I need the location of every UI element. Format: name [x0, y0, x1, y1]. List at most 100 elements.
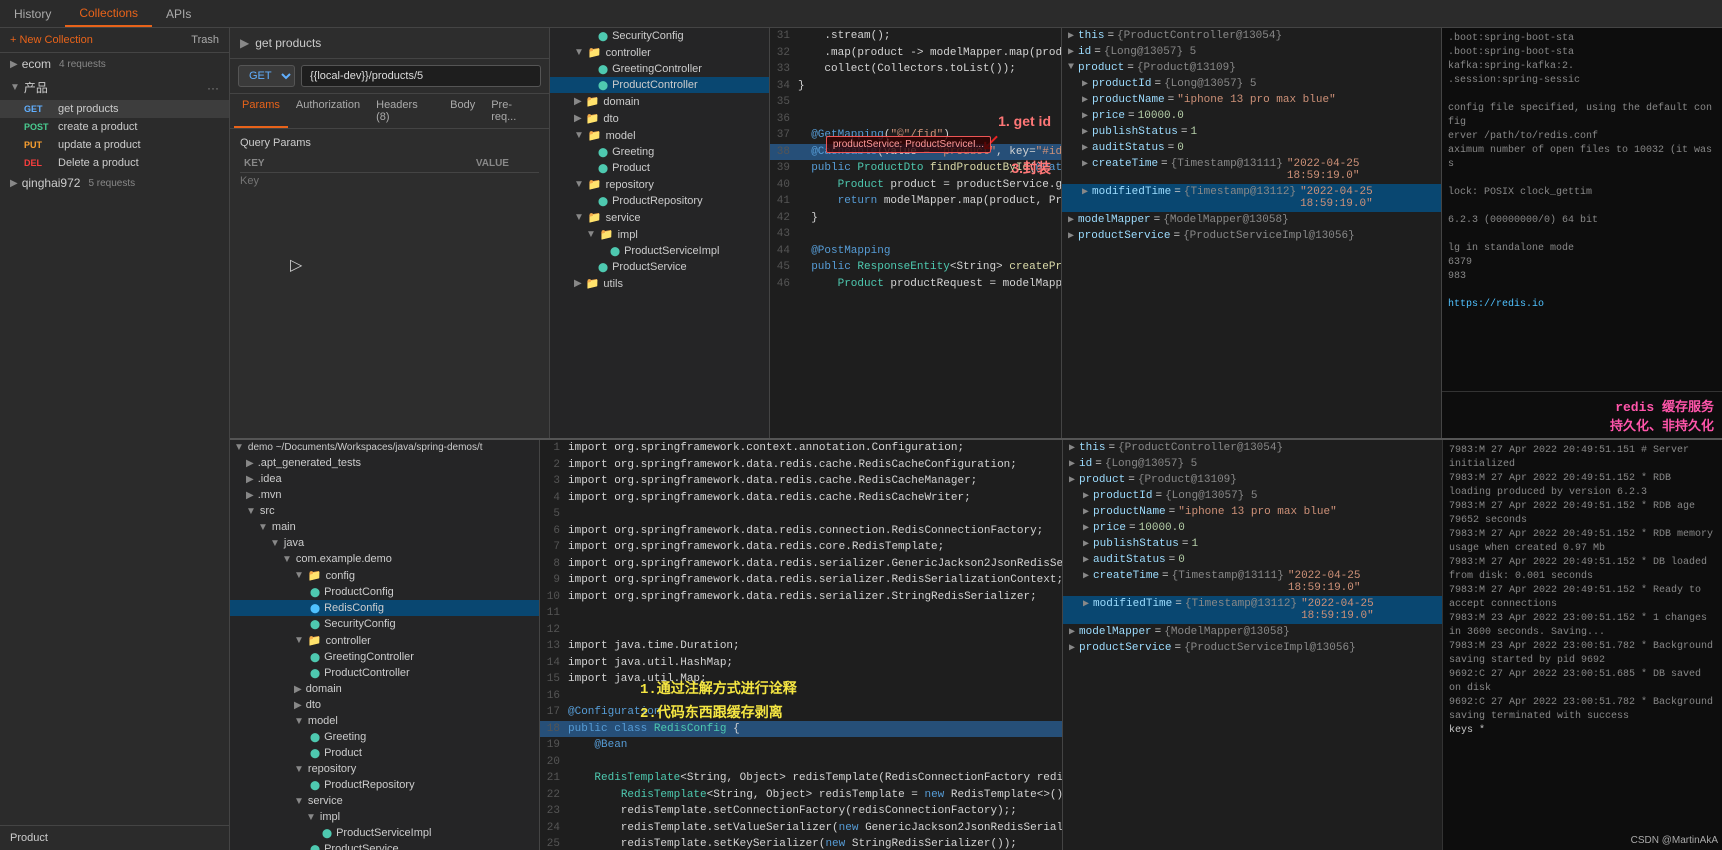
lower-tree-src[interactable]: ▼ src	[230, 503, 539, 519]
lower-tree-productrepo[interactable]: ⬤ ProductRepository	[230, 777, 539, 793]
debug-var-publishstatus[interactable]: ▶ publishStatus=1	[1062, 124, 1441, 140]
tree-item-greeting-model[interactable]: ⬤ Greeting	[550, 144, 769, 160]
url-input[interactable]	[301, 65, 541, 87]
tree-item-greeting-controller[interactable]: ⬤ GreetingController	[550, 61, 769, 77]
tree-item-product-service-impl[interactable]: ⬤ ProductServiceImpl	[550, 243, 769, 259]
lower-debug-modelmapper[interactable]: ▶ modelMapper={ModelMapper@13058}	[1063, 624, 1442, 640]
lower-tree-apt[interactable]: ▶ .apt_generated_tests	[230, 455, 539, 471]
file-icon-svc-impl: ⬤	[610, 246, 620, 257]
tree-item-product-controller[interactable]: ⬤ ProductController	[550, 77, 769, 93]
tree-item-product-model[interactable]: ⬤ Product	[550, 160, 769, 176]
key-input-cell[interactable]	[240, 173, 472, 188]
request-put-product[interactable]: PUT update a product	[0, 136, 229, 154]
new-collection-button[interactable]: + New Collection	[10, 34, 93, 46]
lower-debug-this[interactable]: ▶ this={ProductController@13054}	[1063, 440, 1442, 456]
debug-var-productid[interactable]: ▶ productId={Long@13057} 5	[1062, 76, 1441, 92]
tab-body[interactable]: Body	[442, 94, 483, 128]
lower-tree-securityconfig[interactable]: ⬤ SecurityConfig	[230, 616, 539, 632]
tab-prereq[interactable]: Pre-req...	[483, 94, 545, 128]
lower-tree-dto2[interactable]: ▶ dto	[230, 697, 539, 713]
debug-var-product[interactable]: ▼ product={Product@13109}	[1062, 60, 1441, 76]
lower-tree-main[interactable]: ▼ main	[230, 519, 539, 535]
debug-var-this[interactable]: ▶ this={ProductController@13054}	[1062, 28, 1441, 44]
sidebar-group-products[interactable]: ▼ 产品 ···	[0, 75, 229, 100]
lower-tree-java[interactable]: ▼ java	[230, 535, 539, 551]
lower-tree-svc2[interactable]: ▼ service	[230, 793, 539, 809]
lower-tree-greeting-model[interactable]: ⬤ Greeting	[230, 729, 539, 745]
query-params-section: Query Params KEY VALUE	[230, 129, 549, 195]
lower-tree-ctrl[interactable]: ▼ 📁 controller	[230, 632, 539, 649]
lower-debug-productname[interactable]: ▶ productName="iphone 13 pro max blue"	[1063, 504, 1442, 520]
lower-tree-product-ctrl[interactable]: ⬤ ProductController	[230, 665, 539, 681]
lower-debug-publishstatus[interactable]: ▶ publishStatus=1	[1063, 536, 1442, 552]
lower-debug-modifiedtime[interactable]: ▶ modifiedTime={Timestamp@13112}"2022-04…	[1063, 596, 1442, 624]
tree-item-domain[interactable]: ▶ 📁 domain	[550, 93, 769, 110]
file-tree-top: ⬤ SecurityConfig ▼ 📁 controller ⬤ Greeti…	[550, 28, 770, 438]
tree-item-model[interactable]: ▼ 📁 model	[550, 127, 769, 144]
term-url[interactable]: https://redis.io	[1448, 298, 1716, 312]
bottom-half: ▼ demo ~/Documents/Workspaces/java/sprin…	[230, 440, 1722, 850]
tree-item-service[interactable]: ▼ 📁 service	[550, 209, 769, 226]
method-select[interactable]: GET	[238, 65, 295, 87]
lower-code-line-11: 11	[540, 605, 1062, 622]
debug-var-productservice[interactable]: ▶ productService={ProductServiceImpl@130…	[1062, 228, 1441, 244]
debug-var-modifiedtime[interactable]: ▶ modifiedTime={Timestamp@13112}"2022-04…	[1062, 184, 1441, 212]
tree-item-product-repo[interactable]: ⬤ ProductRepository	[550, 193, 769, 209]
lower-code-line-14: 14import java.util.HashMap;	[540, 655, 1062, 672]
debug-var-productname[interactable]: ▶ productName="iphone 13 pro max blue"	[1062, 92, 1441, 108]
lower-tree-redisconfig[interactable]: ⬤ RedisConfig	[230, 600, 539, 616]
request-post-product[interactable]: POST create a product	[0, 118, 229, 136]
content-area: ▶ get products GET Params Authorization …	[230, 28, 1722, 850]
debug-var-createtime[interactable]: ▶ createTime={Timestamp@13111}"2022-04-2…	[1062, 156, 1441, 184]
lower-tree-mvn[interactable]: ▶ .mvn	[230, 487, 539, 503]
lower-tree-productsvcimpl[interactable]: ⬤ ProductServiceImpl	[230, 825, 539, 841]
tree-item-dto[interactable]: ▶ 📁 dto	[550, 110, 769, 127]
tab-headers[interactable]: Headers (8)	[368, 94, 442, 128]
lower-tree-impl2[interactable]: ▼ impl	[230, 809, 539, 825]
lower-debug-product[interactable]: ▶ product={Product@13109}	[1063, 472, 1442, 488]
request-get-products[interactable]: GET get products	[0, 100, 229, 118]
lower-tree-domain2[interactable]: ▶ domain	[230, 681, 539, 697]
trash-button[interactable]: Trash	[191, 34, 219, 46]
lower-debug-createtime[interactable]: ▶ createTime={Timestamp@13111}"2022-04-2…	[1063, 568, 1442, 596]
request-del-product[interactable]: DEL Delete a product	[0, 154, 229, 172]
lower-term-8: 7983:M 23 Apr 2022 23:00:51.782 * Backgr…	[1449, 640, 1716, 668]
lower-tree-com-example[interactable]: ▼ com.example.demo	[230, 551, 539, 567]
lower-tree-config[interactable]: ▼ 📁 config	[230, 567, 539, 584]
tree-item-repository[interactable]: ▼ 📁 repository	[550, 176, 769, 193]
debug-var-auditstatus[interactable]: ▶ auditStatus=0	[1062, 140, 1441, 156]
lower-tree-productconfig[interactable]: ⬤ ProductConfig	[230, 584, 539, 600]
code-line-32: 32 .map(product -> modelMapper.map(produ…	[770, 45, 1061, 62]
tree-item-securityconfig[interactable]: ⬤ SecurityConfig	[550, 28, 769, 44]
tab-collections[interactable]: Collections	[65, 0, 152, 27]
key-input[interactable]	[240, 175, 472, 187]
tab-apis[interactable]: APIs	[152, 0, 205, 27]
lower-debug-id[interactable]: ▶ id={Long@13057} 5	[1063, 456, 1442, 472]
lower-debug-price[interactable]: ▶ price=10000.0	[1063, 520, 1442, 536]
sidebar-group-ecom[interactable]: ▶ ecom 4 requests	[0, 53, 229, 75]
debug-var-modelmapper[interactable]: ▶ modelMapper={ModelMapper@13058}	[1062, 212, 1441, 228]
lower-tree-idea[interactable]: ▶ .idea	[230, 471, 539, 487]
tree-item-product-service[interactable]: ⬤ ProductService	[550, 259, 769, 275]
lower-term-7: 7983:M 23 Apr 2022 23:00:51.152 * 1 chan…	[1449, 612, 1716, 640]
debug-var-price[interactable]: ▶ price=10000.0	[1062, 108, 1441, 124]
lower-tree-product-model[interactable]: ⬤ Product	[230, 745, 539, 761]
lower-debug: ▶ this={ProductController@13054} ▶ id={L…	[1062, 440, 1442, 850]
tab-authorization[interactable]: Authorization	[288, 94, 368, 128]
lower-tree-greeting-ctrl[interactable]: ⬤ GreetingController	[230, 649, 539, 665]
lower-tree-productsvc[interactable]: ⬤ ProductService	[230, 841, 539, 850]
debug-var-id[interactable]: ▶ id={Long@13057} 5	[1062, 44, 1441, 60]
lower-tree-repo2[interactable]: ▼ repository	[230, 761, 539, 777]
tree-item-controller[interactable]: ▼ 📁 controller	[550, 44, 769, 61]
tree-item-utils[interactable]: ▶ 📁 utils	[550, 275, 769, 292]
lower-debug-productsvc[interactable]: ▶ productService={ProductServiceImpl@130…	[1063, 640, 1442, 656]
tab-history[interactable]: History	[0, 0, 65, 27]
lower-tree-model2[interactable]: ▼ model	[230, 713, 539, 729]
tree-item-impl[interactable]: ▼ 📁 impl	[550, 226, 769, 243]
lower-debug-auditstatus[interactable]: ▶ auditStatus=0	[1063, 552, 1442, 568]
lower-code-line-6: 6import org.springframework.data.redis.c…	[540, 523, 1062, 540]
lower-tree-demo[interactable]: ▼ demo ~/Documents/Workspaces/java/sprin…	[230, 440, 539, 455]
lower-debug-productid[interactable]: ▶ productId={Long@13057} 5	[1063, 488, 1442, 504]
tab-params[interactable]: Params	[234, 94, 288, 128]
sidebar-group-qinghai[interactable]: ▶ qinghai972 5 requests	[0, 172, 229, 194]
